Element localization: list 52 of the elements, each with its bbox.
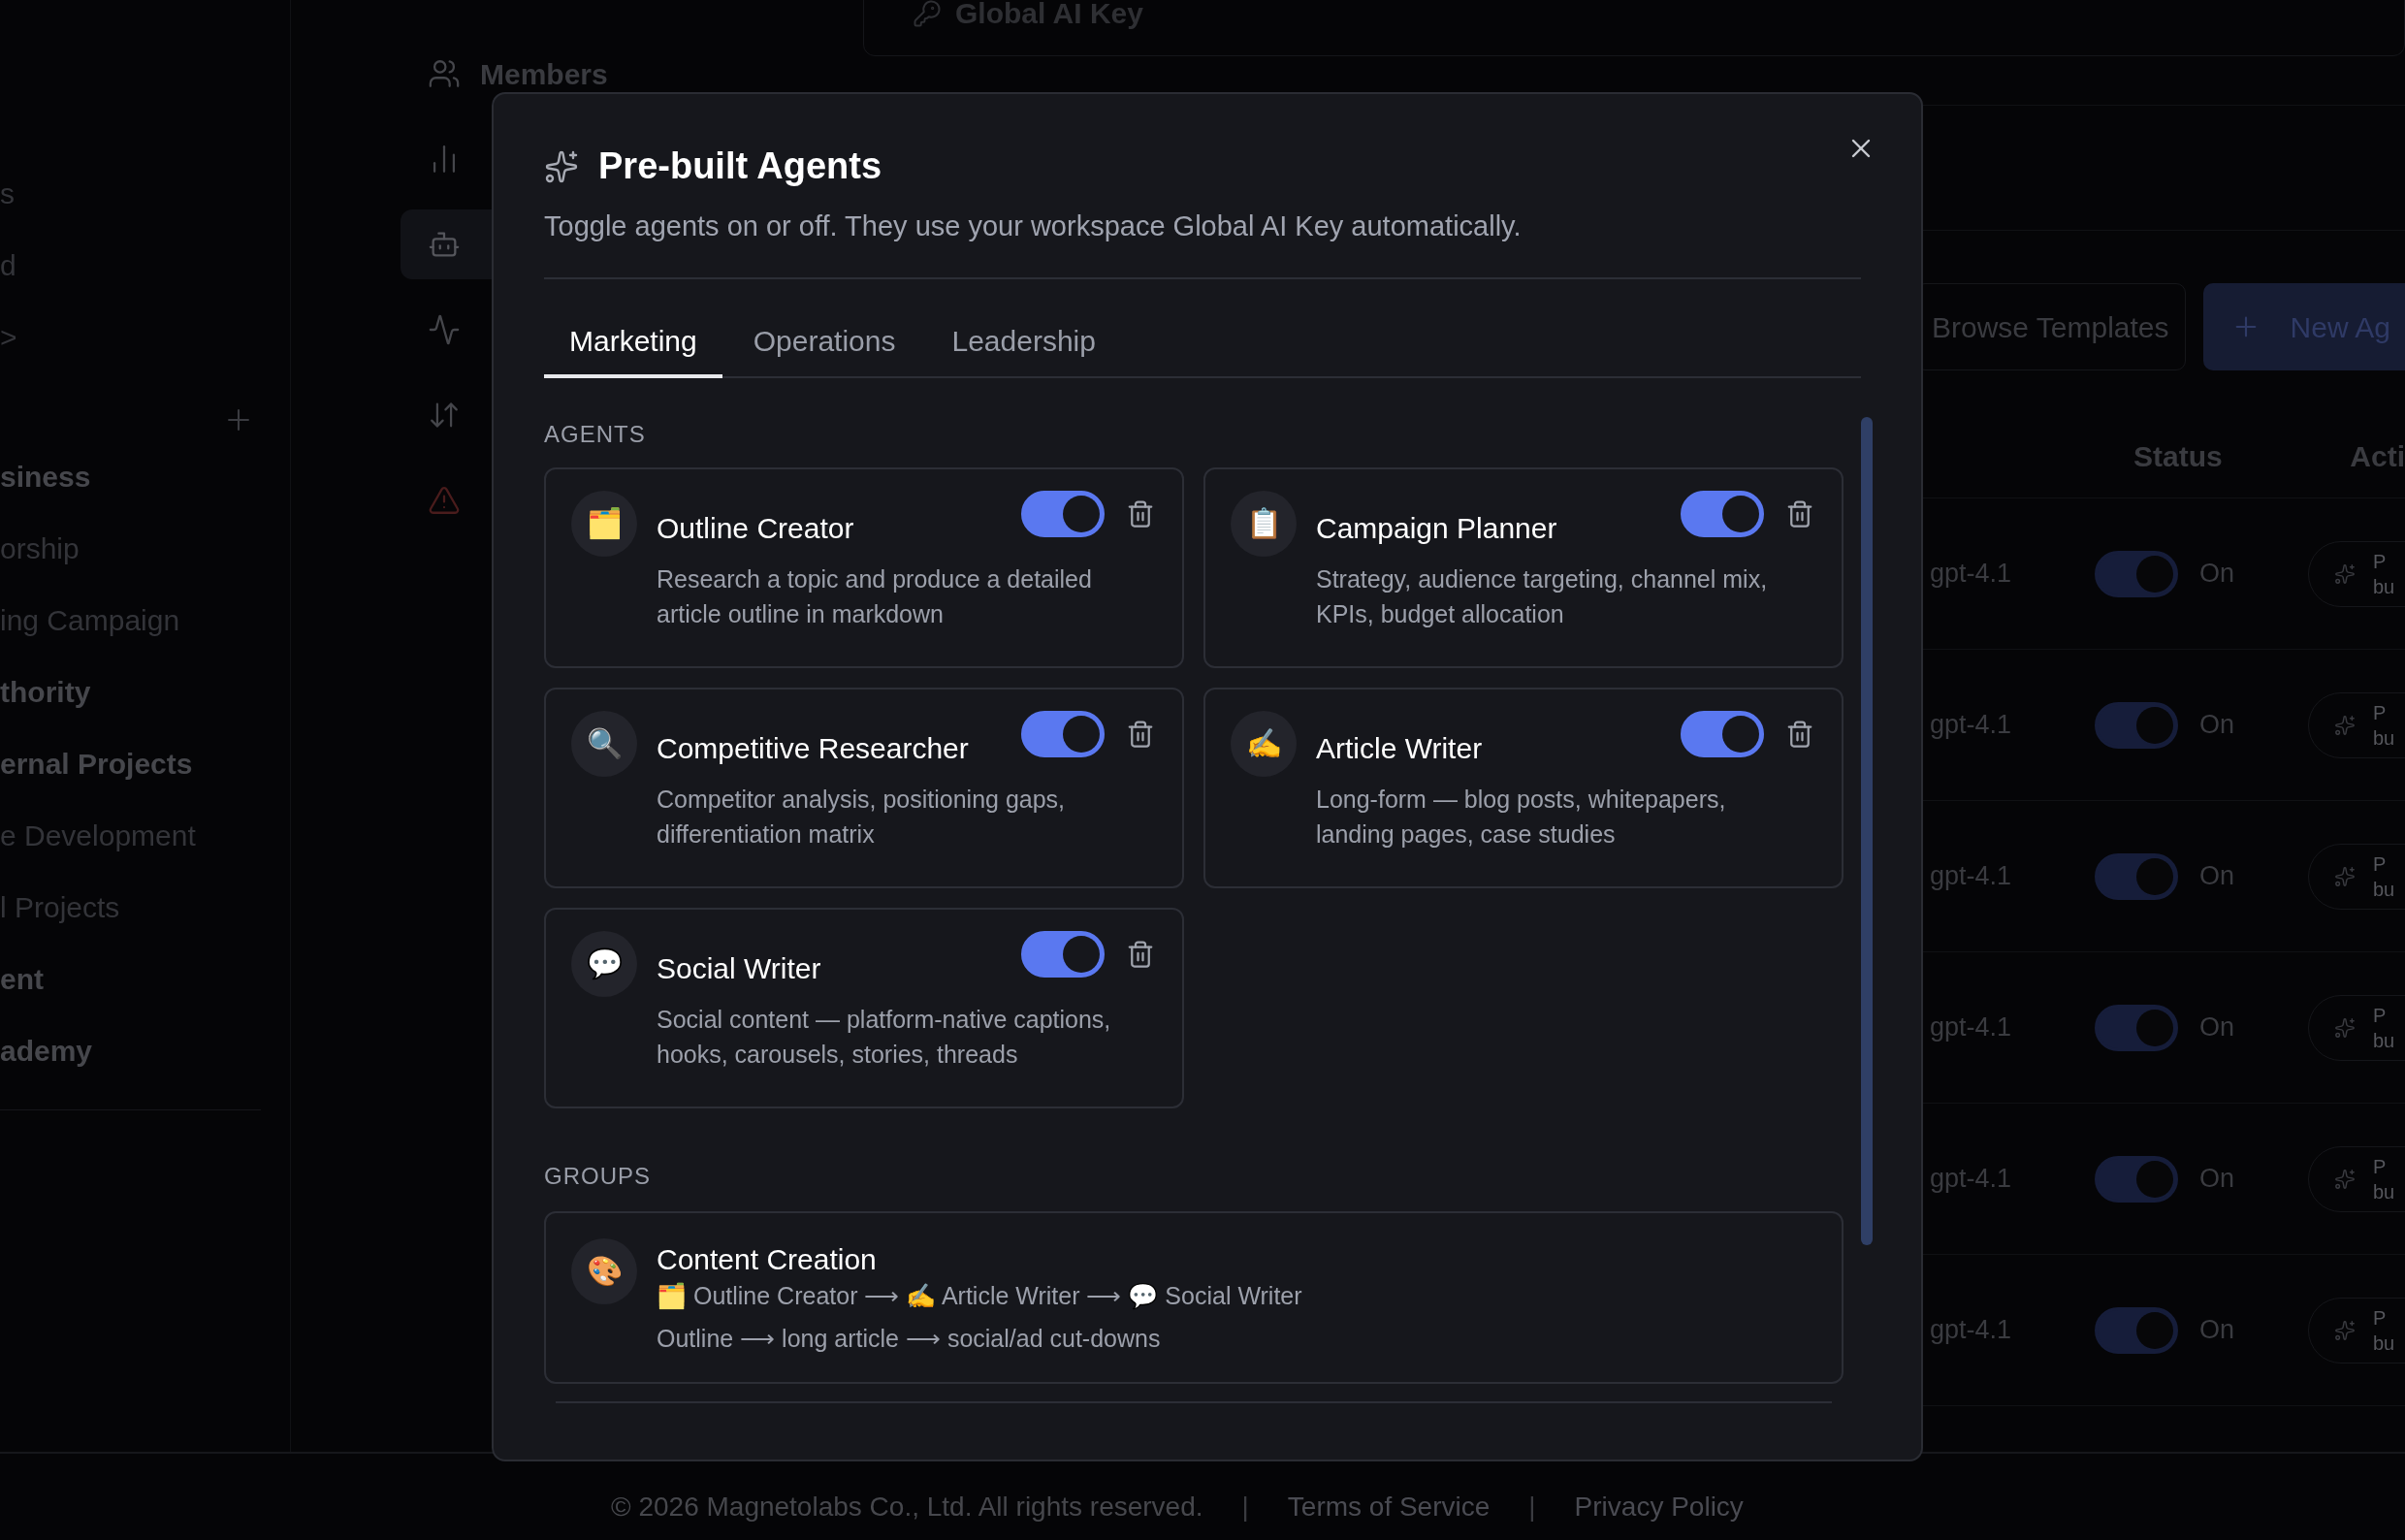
agent-emoji: 🔍: [571, 710, 637, 777]
status-text: On: [2199, 558, 2236, 591]
action-label: bu: [2373, 574, 2395, 599]
group-chain: 🗂 Outline Creator ⟶ ✍ Article Writer ⟶ 💬 Social Writer: [657, 1280, 1302, 1312]
model-cell-text: gpt-4.1: [1930, 1011, 2013, 1044]
model-cell-text: gpt-4.1: [1930, 860, 2013, 893]
action-label: bu: [2373, 1179, 2395, 1204]
status-text: On: [2199, 1163, 2236, 1196]
agent-name: Campaign Planner: [1316, 510, 1557, 546]
agent-emoji: 🗂: [571, 490, 637, 557]
action-label: bu: [2373, 1331, 2395, 1356]
agent-description: Research a topic and produce a detailed article outline in markdown: [657, 563, 1093, 629]
agent-description: Strategy, audience targeting, channel mix, KPIs, budget allocation: [1316, 563, 1769, 629]
agent-description: Long-form — blog posts, whitepapers, landing pages, case studies: [1316, 784, 1727, 850]
action-label: P: [2373, 1305, 2388, 1331]
column-header: Status: [2133, 439, 2224, 474]
column-header: Acti: [2350, 439, 2405, 474]
section-heading: GROUPS: [544, 1161, 652, 1191]
section-heading: AGENTS: [544, 419, 647, 449]
action-label: bu: [2373, 1028, 2395, 1053]
group-name: Content Creation: [657, 1241, 878, 1277]
agent-emoji: 📋: [1231, 490, 1297, 557]
agent-name: Competitive Researcher: [657, 730, 969, 766]
action-label: bu: [2373, 877, 2395, 902]
action-label: P: [2373, 851, 2388, 877]
group-emoji: 🎨: [571, 1237, 637, 1304]
footer-separator: |: [1528, 1491, 1536, 1524]
group-description: Outline ⟶ long article ⟶ social/ad cut-downs: [657, 1323, 1162, 1354]
agent-name: Article Writer: [1316, 730, 1483, 766]
action-label: bu: [2373, 725, 2395, 751]
action-label: P: [2373, 700, 2388, 725]
copyright-text: © 2026 Magnetolabs Co., Ltd. All rights reserved.: [611, 1491, 1203, 1524]
dialog-title: Pre-built Agents: [598, 144, 882, 188]
agent-name: Social Writer: [657, 950, 821, 986]
agent-name: Outline Creator: [657, 510, 854, 546]
dialog-subtitle: Toggle agents on or off. They use your workspace Global AI Key automatically.: [544, 206, 1861, 279]
model-cell-text: gpt-4.1: [1930, 709, 2013, 742]
model-cell-text: gpt-4.1: [1930, 558, 2013, 591]
status-text: On: [2199, 709, 2236, 742]
model-cell-text: gpt-4.1: [1930, 1163, 2013, 1196]
status-text: On: [2199, 1314, 2236, 1347]
agent-emoji: 💬: [571, 930, 637, 997]
status-text: On: [2199, 1011, 2236, 1044]
action-label: P: [2373, 1003, 2388, 1028]
action-label: P: [2373, 549, 2388, 574]
agent-description: Social content — platform-native captions, hooks, carousels, stories, threads: [657, 1004, 1112, 1070]
action-label: P: [2373, 1154, 2388, 1179]
status-text: On: [2199, 860, 2236, 893]
agent-description: Competitor analysis, positioning gaps, differentiation matrix: [657, 784, 1067, 850]
footer-separator: |: [1241, 1491, 1249, 1524]
model-cell-text: gpt-4.1: [1930, 1314, 2013, 1347]
agent-emoji: ✍: [1231, 710, 1297, 777]
